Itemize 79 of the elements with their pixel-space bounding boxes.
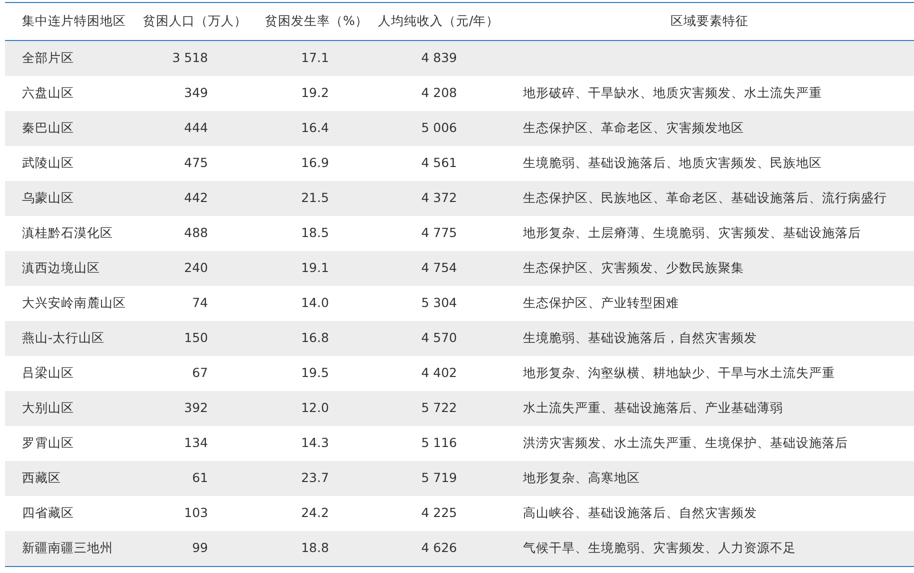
table-cell: 18.8: [301, 540, 329, 556]
table-cell: 气候干旱、生境脆弱、灾害频发、人力资源不足: [523, 540, 796, 556]
table-cell: 滇西边境山区: [22, 260, 100, 276]
table-cell: 4 754: [421, 260, 457, 276]
table-cell: 16.9: [301, 155, 329, 170]
table-cell: 4 225: [421, 505, 457, 520]
table-cell: 17.1: [301, 50, 329, 66]
table-cell: 442: [184, 190, 208, 206]
table-cell: 16.4: [301, 120, 329, 136]
table-cell: 武陵山区: [22, 155, 74, 170]
table-cell: 24.2: [301, 505, 329, 520]
table-cell: 生境脆弱、基础设施落后，自然灾害频发: [523, 330, 757, 346]
table-cell: 99: [192, 540, 208, 556]
table-cell: 5 006: [421, 120, 457, 136]
table-cell: 地形复杂、高寒地区: [523, 470, 640, 486]
column-header: 贫困人口（万人）: [142, 12, 248, 30]
table-cell: 12.0: [301, 400, 329, 416]
table-cell: 134: [184, 435, 208, 450]
table-cell: 生境脆弱、基础设施落后、地质灾害频发、民族地区: [523, 155, 822, 170]
table-cell: 240: [184, 260, 208, 276]
table-cell: 488: [184, 225, 208, 240]
table-cell: 高山峡谷、基础设施落后、自然灾害频发: [523, 505, 757, 520]
table-cell: 全部片区: [22, 50, 74, 66]
table-cell: 5 719: [421, 470, 457, 486]
table-cell: 4 570: [421, 330, 457, 346]
table-cell: 19.5: [301, 365, 329, 380]
table-cell: 150: [184, 330, 208, 346]
table-cell: 18.5: [301, 225, 329, 240]
table-cell: 六盘山区: [22, 85, 74, 100]
table-cell: 洪涝灾害频发、水土流失严重、生境保护、基础设施落后: [523, 435, 848, 450]
table-cell: 74: [192, 295, 208, 310]
table-cell: 19.1: [301, 260, 329, 276]
table-cell: 67: [192, 365, 208, 380]
table-cell: 16.8: [301, 330, 329, 346]
table-cell: 地形复杂、沟壑纵横、耕地缺少、干旱与水土流失严重: [523, 365, 835, 380]
table-cell: 5 116: [421, 435, 457, 450]
table-cell: 生态保护区、产业转型困难: [523, 295, 679, 310]
table-cell: 19.2: [301, 85, 329, 100]
table-cell: 燕山-太行山区: [22, 330, 105, 346]
column-header: 区域要素特征: [670, 12, 750, 30]
table-cell: 大别山区: [22, 400, 74, 416]
table-cell: 475: [184, 155, 208, 170]
table-cell: 秦巴山区: [22, 120, 74, 136]
table-cell: 61: [192, 470, 208, 486]
table-cell: 生态保护区、灾害频发、少数民族聚集: [523, 260, 744, 276]
table-cell: 21.5: [301, 190, 329, 206]
table-cell: 4 372: [421, 190, 457, 206]
table-cell: 乌蒙山区: [22, 190, 74, 206]
column-header: 贫困发生率（%）: [264, 12, 369, 30]
column-header: 集中连片特困地区: [21, 12, 127, 30]
table-cell: 生态保护区、民族地区、革命老区、基础设施落后、流行病盛行: [523, 190, 887, 206]
table-cell: 地形复杂、土层瘠薄、生境脆弱、灾害频发、基础设施落后: [523, 225, 861, 240]
table-cell: 西藏区: [22, 470, 61, 486]
table-cell: 14.0: [301, 295, 329, 310]
table-cell: 四省藏区: [22, 505, 74, 520]
table-cell: 5 304: [421, 295, 457, 310]
table-cell: 4 561: [421, 155, 457, 170]
table-cell: 23.7: [301, 470, 329, 486]
column-header: 人均纯收入（元/年）: [377, 12, 500, 30]
table-cell: 滇桂黔石漠化区: [22, 225, 113, 240]
table-cell: 4 208: [421, 85, 457, 100]
table-cell: 392: [184, 400, 208, 416]
table-cell: 444: [184, 120, 208, 136]
table-cell: 地形破碎、干旱缺水、地质灾害频发、水土流失严重: [523, 85, 822, 100]
table-cell: 14.3: [301, 435, 329, 450]
table-cell: 103: [184, 505, 208, 520]
table-cell: 水土流失严重、基础设施落后、产业基础薄弱: [523, 400, 783, 416]
table-cell: 生态保护区、革命老区、灾害频发地区: [523, 120, 744, 136]
table-cell: 3 518: [172, 50, 208, 66]
table-cell: 4 775: [421, 225, 457, 240]
table-cell: 吕梁山区: [22, 365, 74, 380]
table-cell: 4 402: [421, 365, 457, 380]
table-cell: 4 839: [421, 50, 457, 66]
table-cell: 大兴安岭南麓山区: [22, 295, 126, 310]
table-cell: 4 626: [421, 540, 457, 556]
table-cell: 罗霄山区: [22, 435, 74, 450]
table-cell: 5 722: [421, 400, 457, 416]
table-cell: 新疆南疆三地州: [22, 540, 113, 556]
table-cell: 349: [184, 85, 208, 100]
